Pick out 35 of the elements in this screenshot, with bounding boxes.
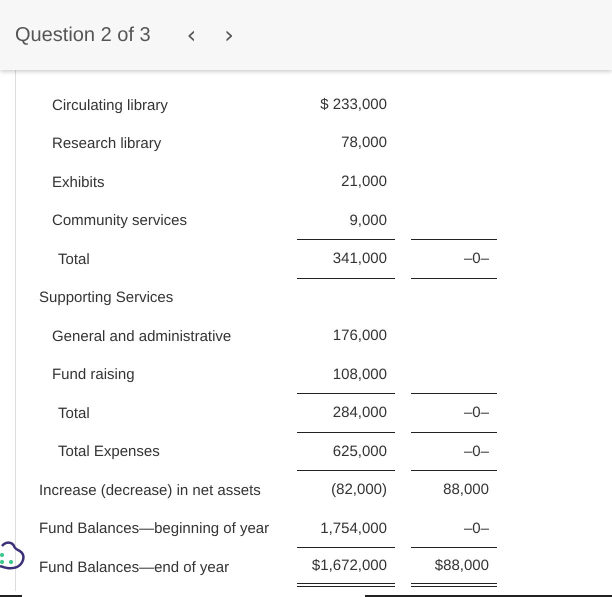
amount-cell: –0– [411,432,497,471]
row-label: Fund raising [51,365,136,386]
amount-cell: 1,754,000 [297,510,395,548]
row-label: Circulating library [51,96,169,116]
row-label: Fund Balances—end of year [38,558,230,578]
amount-cell: 284,000 [297,394,395,432]
row-label: Total [57,404,91,424]
row-label: Exhibits [51,172,106,193]
question-counter: Question 2 of 3 [15,24,151,46]
amount-cell-text: 88,000 [442,480,490,500]
row-label: Fund Balances—beginning of year [38,519,270,540]
next-button[interactable]: › [210,23,248,47]
amount-cell: $1,672,000 [297,548,395,586]
amount-cell-text: (82,000) [330,480,388,500]
row-label: Increase (decrease) in net assets [38,480,262,501]
row-label: General and administrative [51,326,232,347]
amount-cell: 625,000 [297,432,395,471]
amount-cell: –0– [411,510,497,548]
amount-cell: 341,000 [297,240,395,278]
row-label: Supporting Services [38,288,174,308]
row-label: Total [57,250,91,270]
previous-button[interactable]: ‹ [172,23,210,47]
amount-cell-text: 21,000 [340,172,388,192]
row-label: Total Expenses [57,442,161,462]
row-label: Research library [51,134,162,154]
cookie-icon[interactable] [0,540,26,570]
amount-cell: –0– [411,240,497,278]
amount-cell: 9,000 [297,202,395,240]
row-label: Community services [51,211,188,232]
amount-cell-text: 176,000 [332,326,388,346]
amount-cell-text: $ 233,000 [319,94,388,115]
amount-cell-text: 78,000 [340,133,388,154]
amount-cell: 108,000 [297,356,395,394]
amount-cell: –0– [411,394,497,432]
amount-cell: $88,000 [411,548,497,586]
